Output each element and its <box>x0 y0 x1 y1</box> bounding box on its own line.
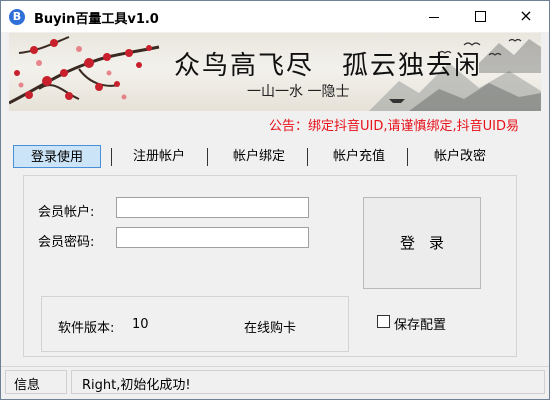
app-logo-icon: B <box>9 9 25 25</box>
header-banner: 众鸟高飞尽 孤云独去闲 一山一水 一隐士 <box>9 33 541 111</box>
title-bar[interactable]: B Buyin百量工具v1.0 × <box>1 1 549 32</box>
account-input[interactable] <box>116 197 309 218</box>
maximize-button[interactable] <box>457 1 503 32</box>
tab-separator <box>307 148 308 166</box>
window-title: Buyin百量工具v1.0 <box>34 12 159 27</box>
close-button[interactable]: × <box>503 1 549 32</box>
tab-bar: 登录使用 注册帐户 帐户绑定 帐户充值 帐户改密 <box>11 145 543 169</box>
banner-slogan: 众鸟高飞尽 孤云独去闲 <box>174 51 483 81</box>
tab-register[interactable]: 注册帐户 <box>119 145 199 168</box>
tab-separator <box>207 148 208 166</box>
save-config-checkbox[interactable] <box>377 315 390 328</box>
minimize-button[interactable] <box>411 1 457 32</box>
tab-bind-account[interactable]: 帐户绑定 <box>215 145 303 168</box>
banner-subtitle: 一山一水 一隐士 <box>247 84 350 100</box>
version-box: 软件版本: 10 在线购卡 <box>41 296 349 352</box>
tab-change-password[interactable]: 帐户改密 <box>417 145 503 168</box>
status-label: 信息 <box>14 378 41 393</box>
password-label: 会员密码: <box>38 235 95 250</box>
status-bar: 信息 Right,初始化成功! <box>1 366 549 399</box>
save-config-label[interactable]: 保存配置 <box>394 314 446 333</box>
password-input[interactable] <box>116 227 309 248</box>
buy-online-link[interactable]: 在线购卡 <box>244 317 296 336</box>
version-label: 软件版本: <box>58 321 115 336</box>
minimize-icon <box>429 17 439 18</box>
account-label: 会员帐户: <box>38 205 95 220</box>
tab-separator <box>407 148 408 166</box>
tab-login[interactable]: 登录使用 <box>13 145 101 168</box>
maximize-icon <box>475 11 486 22</box>
login-button[interactable]: 登录 <box>363 197 481 289</box>
status-message-cell: Right,初始化成功! <box>71 370 545 394</box>
notice-marquee: 公告：绑定抖音UID,请谨慎绑定,抖音UID易 <box>269 119 519 134</box>
app-window: B Buyin百量工具v1.0 × 众鸟高飞尽 孤云独去闲 一山一水 一隐士 公… <box>0 0 550 400</box>
tab-separator <box>111 148 112 166</box>
close-icon: × <box>519 6 533 25</box>
status-label-cell: 信息 <box>5 370 67 394</box>
tab-recharge[interactable]: 帐户充值 <box>317 145 401 168</box>
status-message: Right,初始化成功! <box>82 378 191 393</box>
version-value: 10 <box>132 317 149 332</box>
